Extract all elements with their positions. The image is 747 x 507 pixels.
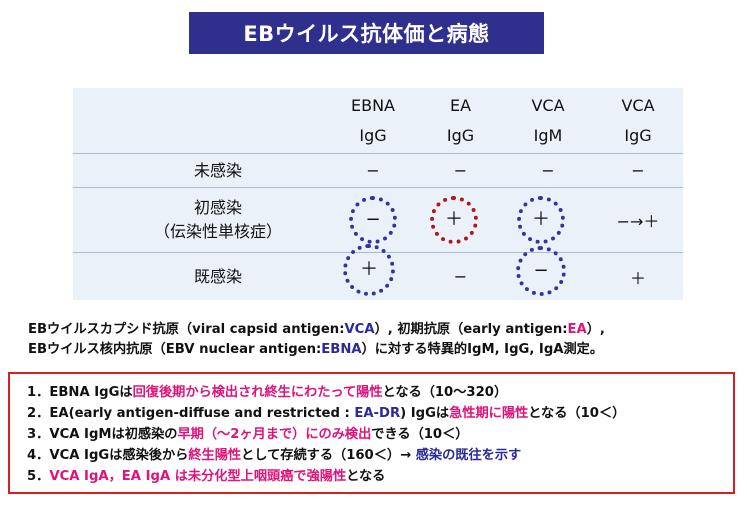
table-cell: ＋	[629, 268, 646, 288]
highlight-circle-blue: −	[349, 196, 397, 244]
highlight-circle-blue: −	[516, 246, 566, 296]
column-header-vca-igg: VCA IgG	[593, 91, 683, 151]
column-header-line2: IgM	[533, 126, 563, 145]
highlight-circle-red: ＋	[430, 196, 478, 244]
column-header-ebna-igg: EBNA IgG	[328, 91, 418, 151]
text-span: 2．EA(early antigen-diffuse and restricte…	[27, 406, 355, 421]
table-cell: −	[453, 161, 468, 180]
highlight-circle-blue: ＋	[517, 196, 565, 244]
row-label-uninfected: 未感染	[133, 154, 303, 187]
row-label-primary-infection: 初感染 （伝染性単核症）	[118, 188, 318, 252]
text-span: ）, 初期抗原（early antigen:	[374, 322, 568, 337]
column-header-line1: EBNA	[351, 96, 395, 115]
text-span-blue: 感染の既往を示す	[415, 448, 522, 463]
row-label-subtext: （伝染性単核症）	[153, 222, 282, 241]
column-header-line2: IgG	[446, 126, 475, 145]
antigen-description-line: EBウイルスカプシド抗原（viral capsid antigen:VCA）, …	[28, 320, 738, 340]
highlight-circle-blue: ＋	[343, 244, 395, 296]
table-cell: ＋	[532, 209, 550, 230]
text-span: ）,	[586, 322, 605, 337]
row-label-past-infection: 既感染	[133, 253, 303, 300]
page-title: EBウイルス抗体価と病態	[189, 12, 544, 54]
antigen-description: EBウイルスカプシド抗原（viral capsid antigen:VCA）, …	[28, 320, 738, 360]
text-span: できる（10＜）	[371, 427, 469, 442]
text-span: となる	[346, 469, 386, 484]
table-cell: ＋	[445, 209, 463, 230]
text-span: となる（10〜320）	[382, 385, 508, 400]
text-span: 1．EBNA IgGは	[27, 385, 133, 400]
table-cell: −	[365, 209, 381, 230]
summary-list: 1．EBNA IgGは回復後期から検出され終生にわたって陽性となる（10〜320…	[27, 382, 732, 487]
list-item: 2．EA(early antigen-diffuse and restricte…	[27, 403, 732, 424]
list-item: 1．EBNA IgGは回復後期から検出され終生にわたって陽性となる（10〜320…	[27, 382, 732, 403]
text-span: 3．VCA IgMは初感染の	[27, 427, 178, 442]
text-span: EBウイルス核内抗原（EBV nuclear antigen:	[28, 342, 322, 357]
text-span-magenta: ，	[108, 469, 122, 484]
text-span: ) IgGは	[400, 406, 450, 421]
row-label-text: 初感染	[193, 198, 242, 217]
text-span-magenta: 早期（〜2ヶ月まで）にのみ検出	[177, 427, 372, 442]
column-header-line2: IgG	[624, 126, 652, 145]
text-span-magenta: 急性期に陽性	[449, 406, 529, 421]
text-span-magenta: EA IgA	[121, 469, 171, 484]
table-cell: −	[366, 161, 380, 180]
table-cell: −	[541, 161, 555, 180]
text-span-magenta: EA	[567, 322, 587, 337]
table-cell: ＋	[360, 259, 378, 280]
column-header-line1: VCA	[531, 96, 565, 115]
column-header-line1: VCA	[621, 96, 655, 115]
row-label-text: 未感染	[193, 160, 242, 180]
table-cell: −	[453, 267, 468, 286]
text-span-blue: EBNA	[321, 342, 362, 357]
antigen-description-line: EBウイルス核内抗原（EBV nuclear antigen:EBNA）に対する…	[28, 340, 738, 360]
table-cell: −→＋	[616, 212, 660, 231]
list-item: 4．VCA IgGは感染後から終生陽性として存続する（160＜）→ 感染の既往を…	[27, 445, 732, 466]
text-span: 5．	[27, 469, 50, 484]
antibody-table: EBNA IgG EA IgG VCA IgM VCA IgG 未感染 − − …	[73, 88, 683, 300]
text-span-blue: EA-DR	[354, 406, 401, 421]
column-header-line2: IgG	[359, 126, 387, 145]
column-header-vca-igm: VCA IgM	[503, 91, 593, 151]
text-span-magenta: VCA IgA	[49, 469, 109, 484]
table-cell: −	[533, 260, 549, 281]
table-cell: −	[631, 161, 645, 180]
text-span: ）に対する特異的IgM, IgG, IgA測定。	[361, 342, 604, 357]
list-item: 5．VCA IgA，EA IgA は未分化型上咽頭癌で強陽性となる	[27, 466, 732, 487]
text-span: となる（10＜）	[528, 406, 626, 421]
text-span-magenta: 回復後期から検出され終生にわたって陽性	[132, 385, 383, 400]
text-span: 4．VCA IgGは感染後から	[27, 448, 189, 463]
text-span-blue: VCA	[344, 322, 375, 337]
column-header-line1: EA	[449, 96, 472, 115]
text-span-magenta: 終生陽性	[188, 448, 242, 463]
text-span: EBウイルスカプシド抗原（viral capsid antigen:	[28, 322, 345, 337]
row-label-text: 既感染	[193, 266, 242, 286]
column-header-ea-igg: EA IgG	[418, 91, 503, 151]
text-span: として存続する（160＜）→	[241, 448, 416, 463]
text-span-magenta: は未分化型上咽頭癌で強陽性	[170, 469, 347, 484]
list-item: 3．VCA IgMは初感染の早期（〜2ヶ月まで）にのみ検出できる（10＜）	[27, 424, 732, 445]
